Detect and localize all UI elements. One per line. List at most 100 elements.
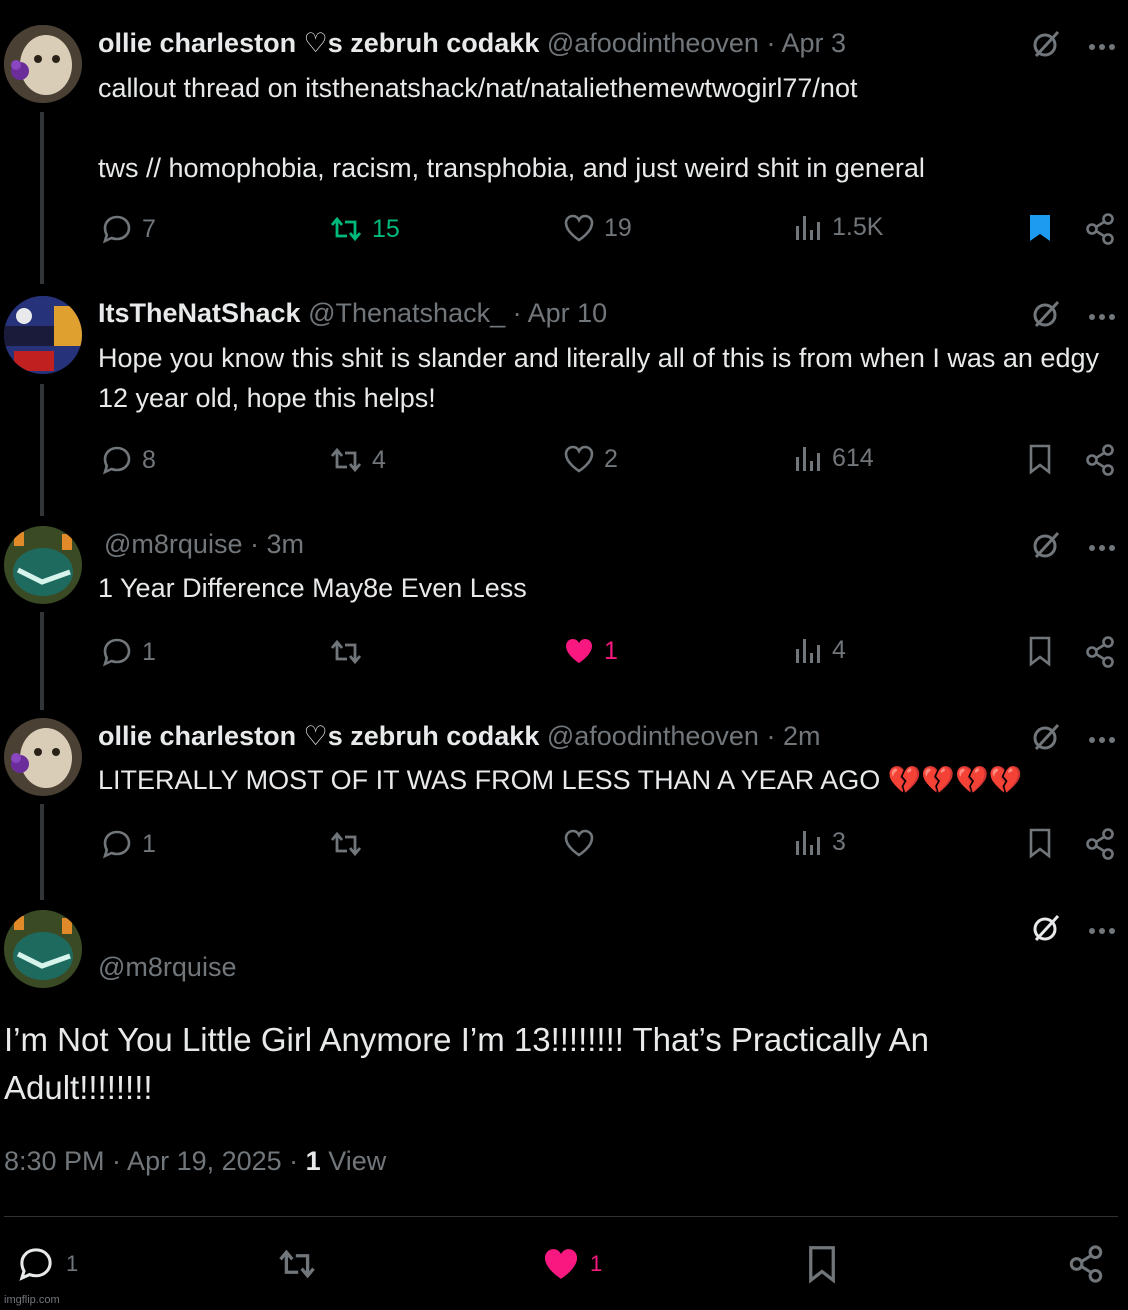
share-button[interactable] <box>1084 635 1116 669</box>
like-count: 2 <box>604 444 618 473</box>
timestamp[interactable]: · 2m <box>766 721 820 751</box>
share-button[interactable] <box>1066 1244 1106 1284</box>
handle[interactable]: @Thenatshack_ <box>308 298 505 328</box>
share-button[interactable] <box>1084 212 1116 246</box>
like-count: 1 <box>604 636 618 665</box>
share-button[interactable] <box>1084 827 1116 861</box>
handle[interactable]: @afoodintheoven <box>547 28 759 58</box>
views-button[interactable]: 4 <box>794 635 846 665</box>
post-text: callout thread on itsthenatshack/nat/nat… <box>98 73 925 183</box>
reply-icon <box>100 212 134 246</box>
reply-count: 8 <box>142 445 156 474</box>
share-icon <box>1084 443 1116 477</box>
view-count: 1 <box>305 1146 321 1176</box>
reply-icon <box>14 1244 58 1284</box>
handle[interactable]: @m8rquise <box>104 529 242 559</box>
reply-button[interactable]: 1 <box>100 635 156 669</box>
post-text: LITERALLY MOST OF IT WAS FROM LESS THAN … <box>98 765 1023 795</box>
handle[interactable]: @afoodintheoven <box>547 721 759 751</box>
retweet-button[interactable] <box>328 635 364 669</box>
retweet-count: 15 <box>372 214 400 243</box>
avatar-m8rquise[interactable] <box>4 526 82 604</box>
more-icon[interactable] <box>1088 308 1116 326</box>
bookmark-icon <box>804 1244 840 1284</box>
retweet-icon <box>274 1244 320 1284</box>
retweet-icon <box>328 635 364 669</box>
timestamp[interactable]: · Apr 10 <box>513 298 608 328</box>
avatar-natshack[interactable] <box>4 296 82 374</box>
handle[interactable]: @m8rquise <box>98 952 236 982</box>
more-icon[interactable] <box>1088 539 1116 557</box>
retweet-button[interactable] <box>328 827 364 861</box>
timestamp[interactable]: · 3m <box>250 529 304 559</box>
grok-icon[interactable] <box>1030 298 1062 335</box>
main-post-timestamp[interactable]: 8:30 PM · Apr 19, 2025 · <box>4 1146 306 1176</box>
bookmark-icon <box>1026 827 1054 859</box>
reply-icon <box>100 443 134 477</box>
avatar-ollie[interactable] <box>4 25 82 103</box>
display-name[interactable]: ItsTheNatShack <box>98 298 301 328</box>
views-count: 3 <box>832 827 846 856</box>
post-header: ollie charleston ♡s zebruh codakk @afood… <box>98 721 820 752</box>
reply-button[interactable]: 1 <box>100 827 156 861</box>
reply-count: 7 <box>142 214 156 243</box>
share-icon <box>1084 212 1116 246</box>
thread-line <box>40 112 44 284</box>
bookmark-icon <box>1026 635 1054 667</box>
views-icon <box>794 827 824 857</box>
retweet-icon <box>328 443 364 477</box>
post-top-icons <box>1030 298 1116 335</box>
reply-button[interactable]: 8 <box>100 443 156 477</box>
post-text: Hope you know this shit is slander and l… <box>98 343 1107 413</box>
more-icon[interactable] <box>1088 731 1116 749</box>
views-count: 614 <box>832 443 874 472</box>
like-count: 19 <box>604 213 632 242</box>
post-header: ollie charleston ♡s zebruh codakk @afood… <box>98 28 846 59</box>
post-header: ItsTheNatShack @Thenatshack_ · Apr 10 <box>98 298 607 329</box>
bookmark-icon <box>1026 443 1054 475</box>
reply-button[interactable]: 1 <box>14 1244 78 1284</box>
views-button[interactable]: 614 <box>794 443 874 473</box>
more-icon[interactable] <box>1088 922 1116 940</box>
like-button[interactable] <box>562 827 596 859</box>
retweet-button[interactable]: 4 <box>328 443 386 477</box>
display-name[interactable]: ollie charleston ♡s zebruh codakk <box>98 28 539 58</box>
post-header: @m8rquise · 3m <box>104 529 304 560</box>
reply-count: 1 <box>66 1251 79 1276</box>
retweet-button[interactable]: 15 <box>328 212 400 246</box>
retweet-button[interactable] <box>274 1244 320 1284</box>
bookmark-button[interactable] <box>1026 443 1054 475</box>
grok-icon[interactable] <box>1030 912 1062 949</box>
views-button[interactable]: 3 <box>794 827 846 857</box>
thread-line <box>40 384 44 516</box>
bookmark-button[interactable] <box>804 1244 840 1284</box>
thread-line <box>40 804 44 900</box>
like-button[interactable]: 1 <box>562 635 618 667</box>
grok-icon[interactable] <box>1030 721 1062 758</box>
share-button[interactable] <box>1084 443 1116 477</box>
post-header: @m8rquise <box>98 952 236 983</box>
post-top-icons <box>1030 28 1116 65</box>
bookmark-button[interactable] <box>1026 212 1054 244</box>
avatar-ollie[interactable] <box>4 718 82 796</box>
views-count: 4 <box>832 635 846 664</box>
bookmark-button[interactable] <box>1026 827 1054 859</box>
reply-button[interactable]: 7 <box>100 212 156 246</box>
like-button[interactable]: 2 <box>562 443 618 475</box>
bookmark-button[interactable] <box>1026 635 1054 667</box>
share-icon <box>1066 1244 1106 1284</box>
more-icon[interactable] <box>1088 38 1116 56</box>
timestamp[interactable]: · Apr 3 <box>766 28 846 58</box>
main-post-meta: 8:30 PM · Apr 19, 2025 · 1 View <box>4 1146 386 1177</box>
like-button[interactable]: 19 <box>562 212 632 244</box>
like-button[interactable]: 1 <box>540 1244 602 1284</box>
display-name[interactable]: ollie charleston ♡s zebruh codakk <box>98 721 539 751</box>
bookmark-icon <box>1026 212 1054 244</box>
views-button[interactable]: 1.5K <box>794 212 883 242</box>
avatar-m8rquise[interactable] <box>4 910 82 988</box>
divider <box>4 1216 1118 1217</box>
grok-icon[interactable] <box>1030 529 1062 566</box>
grok-icon[interactable] <box>1030 28 1062 65</box>
heart-icon <box>540 1244 582 1284</box>
view-label: View <box>328 1146 387 1176</box>
